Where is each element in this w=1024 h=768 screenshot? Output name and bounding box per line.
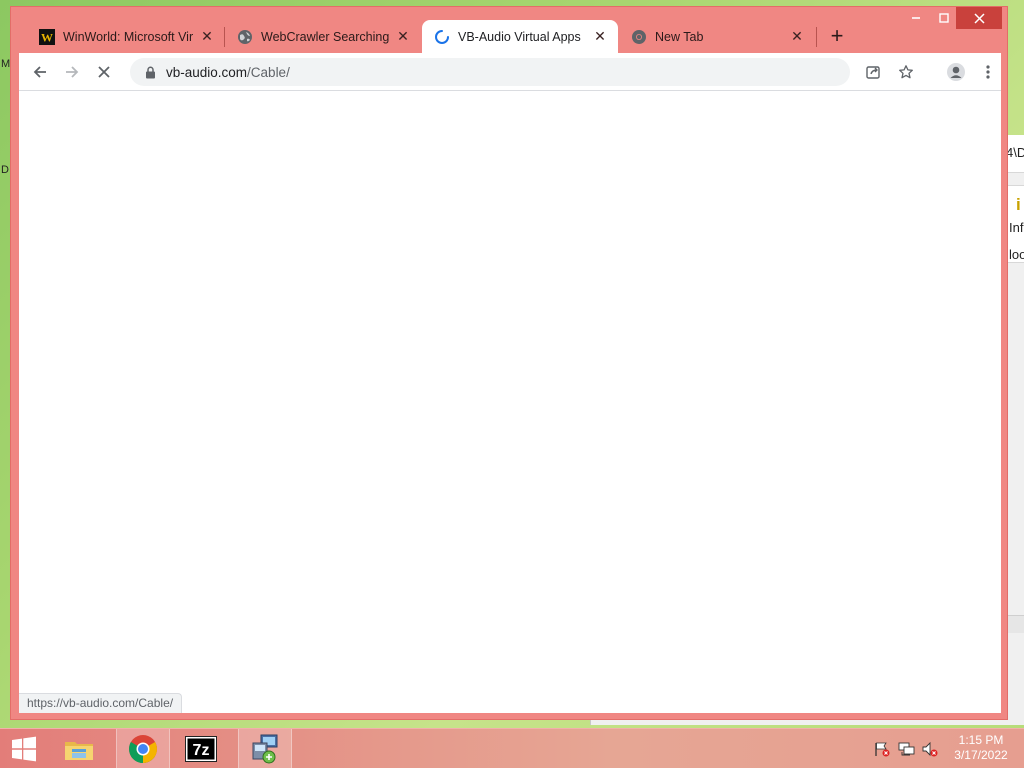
loading-spinner-icon xyxy=(434,29,450,45)
tab-title: WebCrawler Searching xyxy=(261,29,389,44)
start-button[interactable] xyxy=(0,729,48,768)
clock-date: 3/17/2022 xyxy=(954,748,1008,762)
tab-title: VB-Audio Virtual Apps xyxy=(458,29,581,44)
network-icon[interactable] xyxy=(898,741,916,757)
avatar-icon xyxy=(947,63,965,81)
browser-window: W WinWorld: Microsoft Virt ✕ WebCrawler … xyxy=(10,6,1008,720)
url-path: /Cable/ xyxy=(247,64,290,80)
chrome-icon xyxy=(631,29,647,45)
address-url: vb-audio.com/Cable/ xyxy=(166,65,290,80)
tab-winworld[interactable]: W WinWorld: Microsoft Virt ✕ xyxy=(27,20,225,53)
taskbar-network-setup[interactable] xyxy=(238,729,292,768)
volume-muted-icon[interactable] xyxy=(921,741,939,757)
back-arrow-icon xyxy=(33,66,46,78)
lock-icon[interactable] xyxy=(143,65,157,79)
svg-text:W: W xyxy=(41,30,53,44)
new-tab-button[interactable]: + xyxy=(826,25,848,48)
chrome-icon xyxy=(129,735,157,763)
status-url-bubble: https://vb-audio.com/Cable/ xyxy=(19,693,183,713)
forward-button[interactable] xyxy=(60,60,84,84)
stop-icon xyxy=(98,66,110,78)
back-button[interactable] xyxy=(28,60,52,84)
close-icon xyxy=(973,12,985,24)
background-label-fragment: loo xyxy=(1009,247,1024,262)
tab-new-tab[interactable]: New Tab ✕ xyxy=(619,20,815,53)
tab-strip: W WinWorld: Microsoft Virt ✕ WebCrawler … xyxy=(11,7,1007,53)
file-explorer-icon xyxy=(65,742,93,760)
share-button[interactable] xyxy=(859,58,887,86)
tab-title: WinWorld: Microsoft Virt xyxy=(63,29,193,44)
7zip-icon: 7z xyxy=(185,736,217,762)
clock-time: 1:15 PM xyxy=(958,733,1004,747)
taskbar: 7z 1:15 PM 3/17/2022 xyxy=(0,728,1024,768)
minimize-icon xyxy=(912,17,920,19)
action-center-flag-icon[interactable] xyxy=(873,741,891,757)
bookmark-button[interactable] xyxy=(892,58,920,86)
taskbar-clock[interactable]: 1:15 PM 3/17/2022 xyxy=(945,733,1017,763)
network-setup-icon xyxy=(252,734,278,764)
windows-start-icon xyxy=(12,736,36,762)
forward-arrow-icon xyxy=(66,66,79,78)
desktop-icon-label-fragment: D xyxy=(1,164,9,176)
minimize-button[interactable] xyxy=(904,7,928,29)
browser-toolbar: vb-audio.com/Cable/ xyxy=(19,53,1001,91)
background-path-fragment: 4\D xyxy=(1006,145,1024,160)
taskbar-7zip[interactable]: 7z xyxy=(174,729,228,768)
share-icon xyxy=(866,66,880,79)
tab-webcrawler[interactable]: WebCrawler Searching ✕ xyxy=(225,20,421,53)
more-vert-icon xyxy=(986,65,990,79)
address-bar[interactable]: vb-audio.com/Cable/ xyxy=(130,58,850,86)
stop-loading-button[interactable] xyxy=(92,60,116,84)
profile-button[interactable] xyxy=(942,58,970,86)
close-icon[interactable]: ✕ xyxy=(395,28,411,45)
maximize-icon xyxy=(939,13,949,23)
taskbar-chrome[interactable] xyxy=(116,729,170,768)
desktop-icon-label-fragment: M xyxy=(1,58,11,70)
svg-text:7z: 7z xyxy=(193,742,210,759)
taskbar-file-explorer[interactable] xyxy=(52,729,106,768)
close-window-button[interactable] xyxy=(956,7,1002,29)
page-content[interactable]: https://vb-audio.com/Cable/ xyxy=(19,91,1001,713)
close-icon[interactable]: ✕ xyxy=(789,28,805,45)
menu-button[interactable] xyxy=(974,58,1002,86)
background-label-fragment: Inf xyxy=(1009,220,1024,235)
globe-icon xyxy=(237,29,253,45)
winworld-icon: W xyxy=(39,28,55,45)
info-icon: i xyxy=(1016,195,1021,214)
tab-vb-audio[interactable]: VB-Audio Virtual Apps ✕ xyxy=(422,20,618,53)
star-icon xyxy=(899,65,913,79)
tab-title: New Tab xyxy=(655,29,704,44)
close-icon[interactable]: ✕ xyxy=(592,28,608,45)
maximize-button[interactable] xyxy=(932,7,956,29)
close-icon[interactable]: ✕ xyxy=(199,28,215,45)
url-domain: vb-audio.com xyxy=(166,64,248,80)
